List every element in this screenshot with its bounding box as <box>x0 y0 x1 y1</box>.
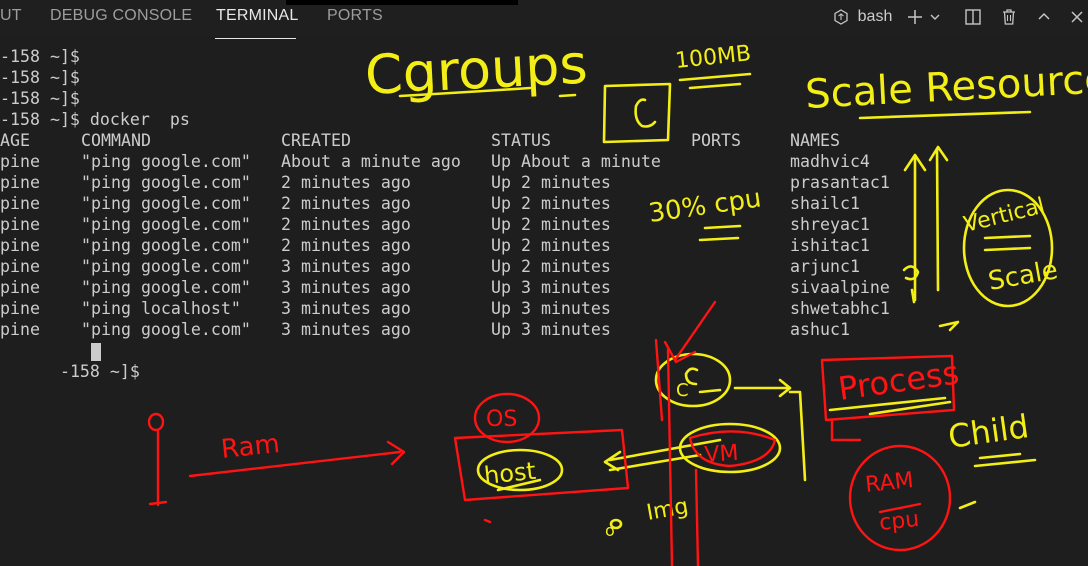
annotation-os: OS <box>486 407 517 432</box>
annotation-ram: RAM <box>864 468 915 498</box>
annotation-vm: VM <box>704 441 740 468</box>
annotation-img: Img <box>645 494 691 526</box>
annotation-cpu: cpu <box>878 507 920 536</box>
annotation-host: host <box>483 457 537 490</box>
annotation-vertical: Vertical <box>961 194 1047 238</box>
annotation-scale-resource: Scale Resource <box>804 56 1088 118</box>
annotation-scale: Scale <box>986 255 1060 297</box>
annotation-child: Child <box>946 407 1031 456</box>
annotation-c2: C <box>676 380 689 401</box>
annotation-ram-arrow: Ram <box>220 429 282 465</box>
annotation-cgroups: Cgroups <box>363 32 589 107</box>
annotation-process: Process <box>836 353 961 408</box>
annotation-c: C <box>626 127 627 129</box>
pen-annotations: Cgroups 100MB Scale Resource 30% cpu Ver… <box>147 32 1088 566</box>
annotation-100mb: 100MB <box>674 41 752 74</box>
vscode-panel: UT DEBUG CONSOLE TERMINAL PORTS bash -15… <box>0 0 1088 566</box>
annotation-o-small: o <box>605 521 615 540</box>
annotation-30-cpu: 30% cpu <box>647 183 763 228</box>
